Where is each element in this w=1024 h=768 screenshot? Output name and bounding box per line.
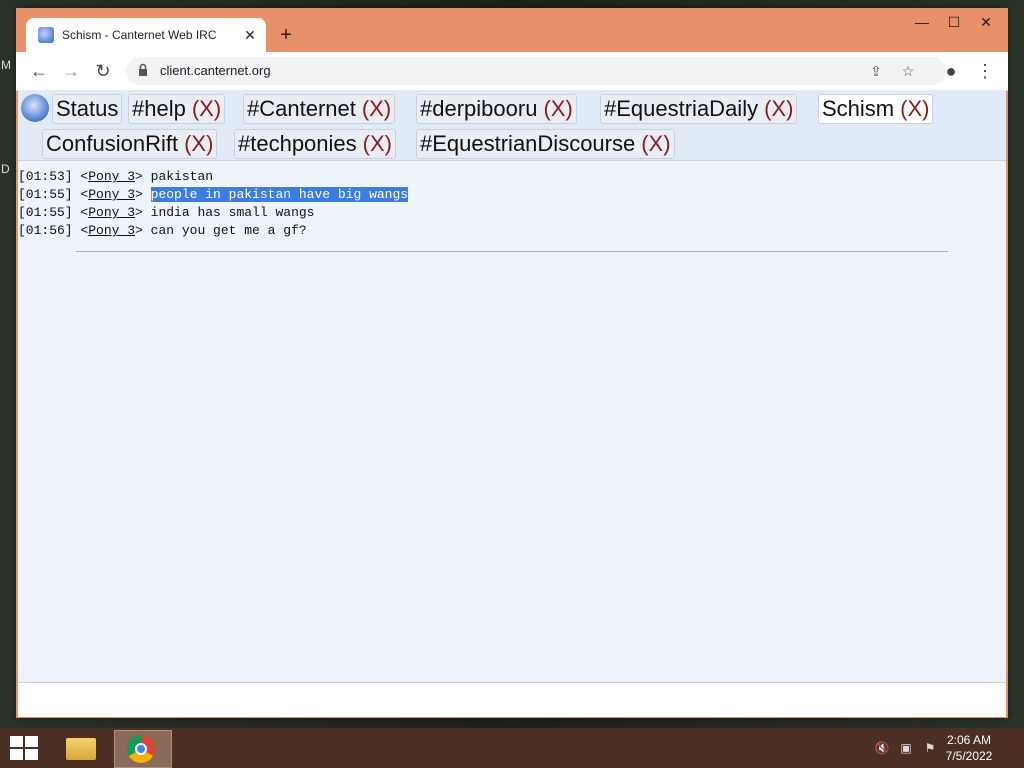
clock-time: 2:06 AM xyxy=(946,733,992,747)
system-clock[interactable]: 2:06 AM 7/5/2022 xyxy=(934,732,1004,764)
channel-name: Schism xyxy=(822,96,895,121)
tab-equestriadaily[interactable]: #EquestriaDaily (X) xyxy=(600,94,798,124)
message-row: [01:56] <Pony_3> can you get me a gf? xyxy=(18,223,307,238)
tab-derpibooru[interactable]: #derpibooru (X) xyxy=(416,94,577,124)
desktop-edge-letter: D xyxy=(1,162,10,176)
tab-equestriandiscourse[interactable]: #EquestrianDiscourse (X) xyxy=(416,129,675,159)
reload-icon[interactable]: ↻ xyxy=(90,58,116,84)
forward-icon[interactable]: → xyxy=(58,58,84,84)
message-text: can you get me a gf? xyxy=(150,223,307,238)
message-row: [01:55] <Pony_3> people in pakistan have… xyxy=(18,187,409,202)
channel-name: #EquestrianDiscourse xyxy=(420,131,636,156)
close-channel-button[interactable]: (X) xyxy=(363,131,392,156)
volume-muted-icon[interactable]: 🔇 xyxy=(874,740,890,756)
taskbar: 🔇 ▣ ⚑ 2:06 AM 7/5/2022 xyxy=(0,728,1024,768)
nick-link[interactable]: Pony_3 xyxy=(88,187,135,202)
timestamp: [01:55] xyxy=(18,187,73,202)
site-favicon-icon xyxy=(38,27,54,43)
timestamp: [01:53] xyxy=(18,169,73,184)
channel-name: #help xyxy=(132,96,186,121)
timestamp: [01:56] xyxy=(18,223,73,238)
message-text-selected: people in pakistan have big wangs xyxy=(150,187,409,202)
tab-close-icon[interactable]: ✕ xyxy=(240,27,260,44)
close-channel-button[interactable]: (X) xyxy=(543,96,572,121)
lock-icon xyxy=(139,63,147,76)
tab-techponies[interactable]: #techponies (X) xyxy=(234,129,396,159)
chrome-icon xyxy=(127,735,155,763)
channel-name: #derpibooru xyxy=(420,96,538,121)
close-channel-button[interactable]: (X) xyxy=(641,131,670,156)
tab-help[interactable]: #help (X) xyxy=(128,94,226,124)
back-icon[interactable]: ← xyxy=(26,58,52,84)
desktop-edge-letter: M xyxy=(1,58,11,72)
message-row: [01:55] <Pony_3> india has small wangs xyxy=(18,205,315,220)
address-bar[interactable]: client.canternet.org ⇪ ☆ xyxy=(126,57,946,85)
network-icon[interactable]: ▣ xyxy=(898,740,914,756)
channel-name: ConfusionRift xyxy=(46,131,179,156)
profile-icon[interactable]: ● xyxy=(938,58,964,84)
irc-client: Status #help (X) #Canternet (X) #derpiboor… xyxy=(18,90,1006,717)
windows-start-icon[interactable] xyxy=(10,736,38,760)
channel-tabs: Status #help (X) #Canternet (X) #derpiboor… xyxy=(18,90,1006,161)
share-icon[interactable]: ⇪ xyxy=(866,61,886,81)
message-text: pakistan xyxy=(150,169,214,184)
close-channel-button[interactable]: (X) xyxy=(192,96,221,121)
message-row: [01:53] <Pony_3> pakistan xyxy=(18,169,214,184)
close-window-button[interactable]: ✕ xyxy=(970,12,1002,32)
browser-window: Schism - Canternet Web IRC ✕ + — ☐ ✕ ← →… xyxy=(16,8,1008,718)
channel-name: #EquestriaDaily xyxy=(604,96,759,121)
tab-title: Schism - Canternet Web IRC xyxy=(62,28,217,42)
channel-name: #techponies xyxy=(238,131,357,156)
new-tab-button[interactable]: + xyxy=(274,24,298,48)
message-text: india has small wangs xyxy=(150,205,315,220)
close-channel-button[interactable]: (X) xyxy=(184,131,213,156)
close-channel-button[interactable]: (X) xyxy=(764,96,793,121)
nick-link[interactable]: Pony_3 xyxy=(88,169,135,184)
close-channel-button[interactable]: (X) xyxy=(900,96,929,121)
read-marker-divider xyxy=(76,251,948,252)
close-channel-button[interactable]: (X) xyxy=(362,96,391,121)
tab-canternet[interactable]: #Canternet (X) xyxy=(243,94,396,124)
chrome-taskbar-button[interactable] xyxy=(114,730,172,768)
file-explorer-taskbar-button[interactable] xyxy=(54,730,106,766)
tab-confusionrift[interactable]: ConfusionRift (X) xyxy=(42,129,218,159)
browser-tab[interactable]: Schism - Canternet Web IRC ✕ xyxy=(26,18,266,52)
title-bar: Schism - Canternet Web IRC ✕ + — ☐ ✕ xyxy=(16,8,1008,52)
canternet-logo xyxy=(21,94,49,122)
star-icon[interactable]: ☆ xyxy=(898,61,918,81)
message-log[interactable]: [01:53] <Pony_3> pakistan [01:55] <Pony_… xyxy=(18,168,1006,638)
tab-status[interactable]: Status xyxy=(52,94,123,124)
minimize-button[interactable]: — xyxy=(906,12,938,32)
clock-date: 7/5/2022 xyxy=(945,749,993,763)
channel-name: #Canternet xyxy=(247,96,356,121)
url-text[interactable]: client.canternet.org xyxy=(160,63,271,78)
message-input[interactable] xyxy=(18,682,1006,717)
nick-link[interactable]: Pony_3 xyxy=(88,205,135,220)
menu-icon[interactable]: ⋮ xyxy=(972,58,998,84)
channel-name: Status xyxy=(56,96,119,121)
tab-schism[interactable]: Schism (X) xyxy=(818,94,934,124)
browser-toolbar: ← → ↻ client.canternet.org ⇪ ☆ ● ⋮ xyxy=(16,52,1008,91)
nick-link[interactable]: Pony_3 xyxy=(88,223,135,238)
timestamp: [01:55] xyxy=(18,205,73,220)
file-explorer-icon xyxy=(66,738,96,760)
maximize-button[interactable]: ☐ xyxy=(938,12,970,32)
